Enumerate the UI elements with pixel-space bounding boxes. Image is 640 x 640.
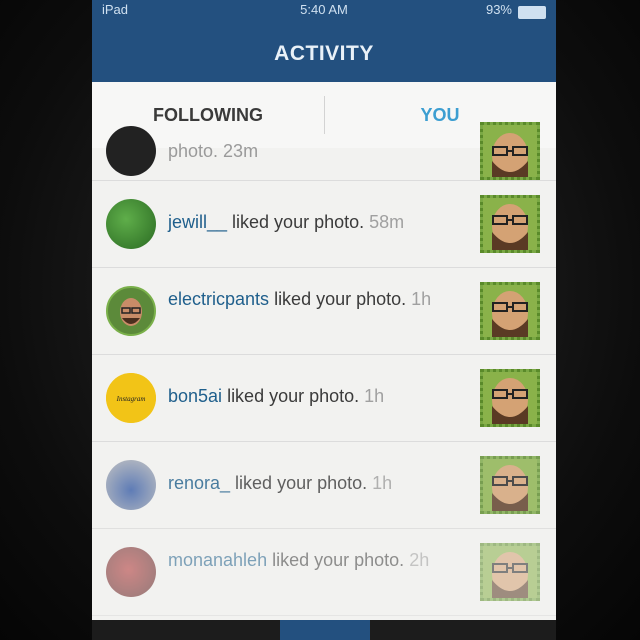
avatar[interactable] — [106, 460, 156, 510]
username-link[interactable]: electricpants — [168, 289, 269, 309]
avatar[interactable]: Instagram — [106, 373, 156, 423]
avatar[interactable] — [106, 126, 156, 176]
status-bar: iPad 5:40 AM 93% — [92, 0, 556, 26]
avatar[interactable] — [106, 286, 156, 336]
face-thumbnail-icon — [483, 125, 537, 177]
list-item[interactable]: renora_ liked your photo. 1h — [92, 442, 556, 529]
list-item[interactable]: monanahleh liked your photo. 2h — [92, 529, 556, 616]
list-item[interactable]: photo. 23m — [92, 122, 556, 181]
username-link[interactable]: bon5ai — [168, 386, 222, 406]
face-thumbnail-icon — [483, 546, 537, 598]
tab-activity-active[interactable] — [280, 620, 370, 640]
activity-list: photo. 23m jewill__ liked your photo. 58… — [92, 122, 556, 616]
page-title: ACTIVITY — [274, 42, 374, 65]
svg-text:Instagram: Instagram — [116, 395, 146, 403]
username-link[interactable]: jewill__ — [168, 212, 227, 232]
photo-thumbnail[interactable] — [480, 369, 540, 427]
photo-thumbnail[interactable] — [480, 543, 540, 601]
photo-thumbnail[interactable] — [480, 456, 540, 514]
activity-text: photo. 23m — [168, 141, 259, 161]
activity-text: electricpants liked your photo. 1h — [168, 289, 432, 309]
avatar[interactable] — [106, 199, 156, 249]
photo-thumbnail[interactable] — [480, 195, 540, 253]
photo-thumbnail[interactable] — [480, 282, 540, 340]
list-item[interactable]: Instagram bon5ai liked your photo. 1h — [92, 355, 556, 442]
face-thumbnail-icon — [483, 198, 537, 250]
person-avatar-icon — [120, 298, 142, 326]
username-link[interactable]: renora_ — [168, 473, 230, 493]
activity-text: monanahleh liked your photo. 2h — [168, 550, 430, 570]
face-thumbnail-icon — [483, 372, 537, 424]
face-thumbnail-icon — [483, 459, 537, 511]
photo-thumbnail[interactable] — [480, 122, 540, 180]
list-item[interactable]: jewill__ liked your photo. 58m — [92, 181, 556, 268]
username-link[interactable]: monanahleh — [168, 550, 267, 570]
list-item[interactable]: electricpants liked your photo. 1h — [92, 268, 556, 355]
avatar[interactable] — [106, 547, 156, 597]
instagram-logo-icon: Instagram — [106, 373, 156, 423]
face-thumbnail-icon — [483, 285, 537, 337]
bottom-tab-bar — [92, 620, 556, 640]
activity-text: bon5ai liked your photo. 1h — [168, 386, 385, 406]
activity-text: renora_ liked your photo. 1h — [168, 473, 393, 493]
battery-icon — [518, 6, 546, 19]
battery-percent: 93% — [485, 2, 512, 17]
nav-bar: ACTIVITY — [92, 26, 556, 82]
activity-text: jewill__ liked your photo. 58m — [168, 212, 405, 232]
phone-screen: iPad 5:40 AM 93% ACTIVITY FOLLOWING YOU … — [92, 0, 556, 640]
